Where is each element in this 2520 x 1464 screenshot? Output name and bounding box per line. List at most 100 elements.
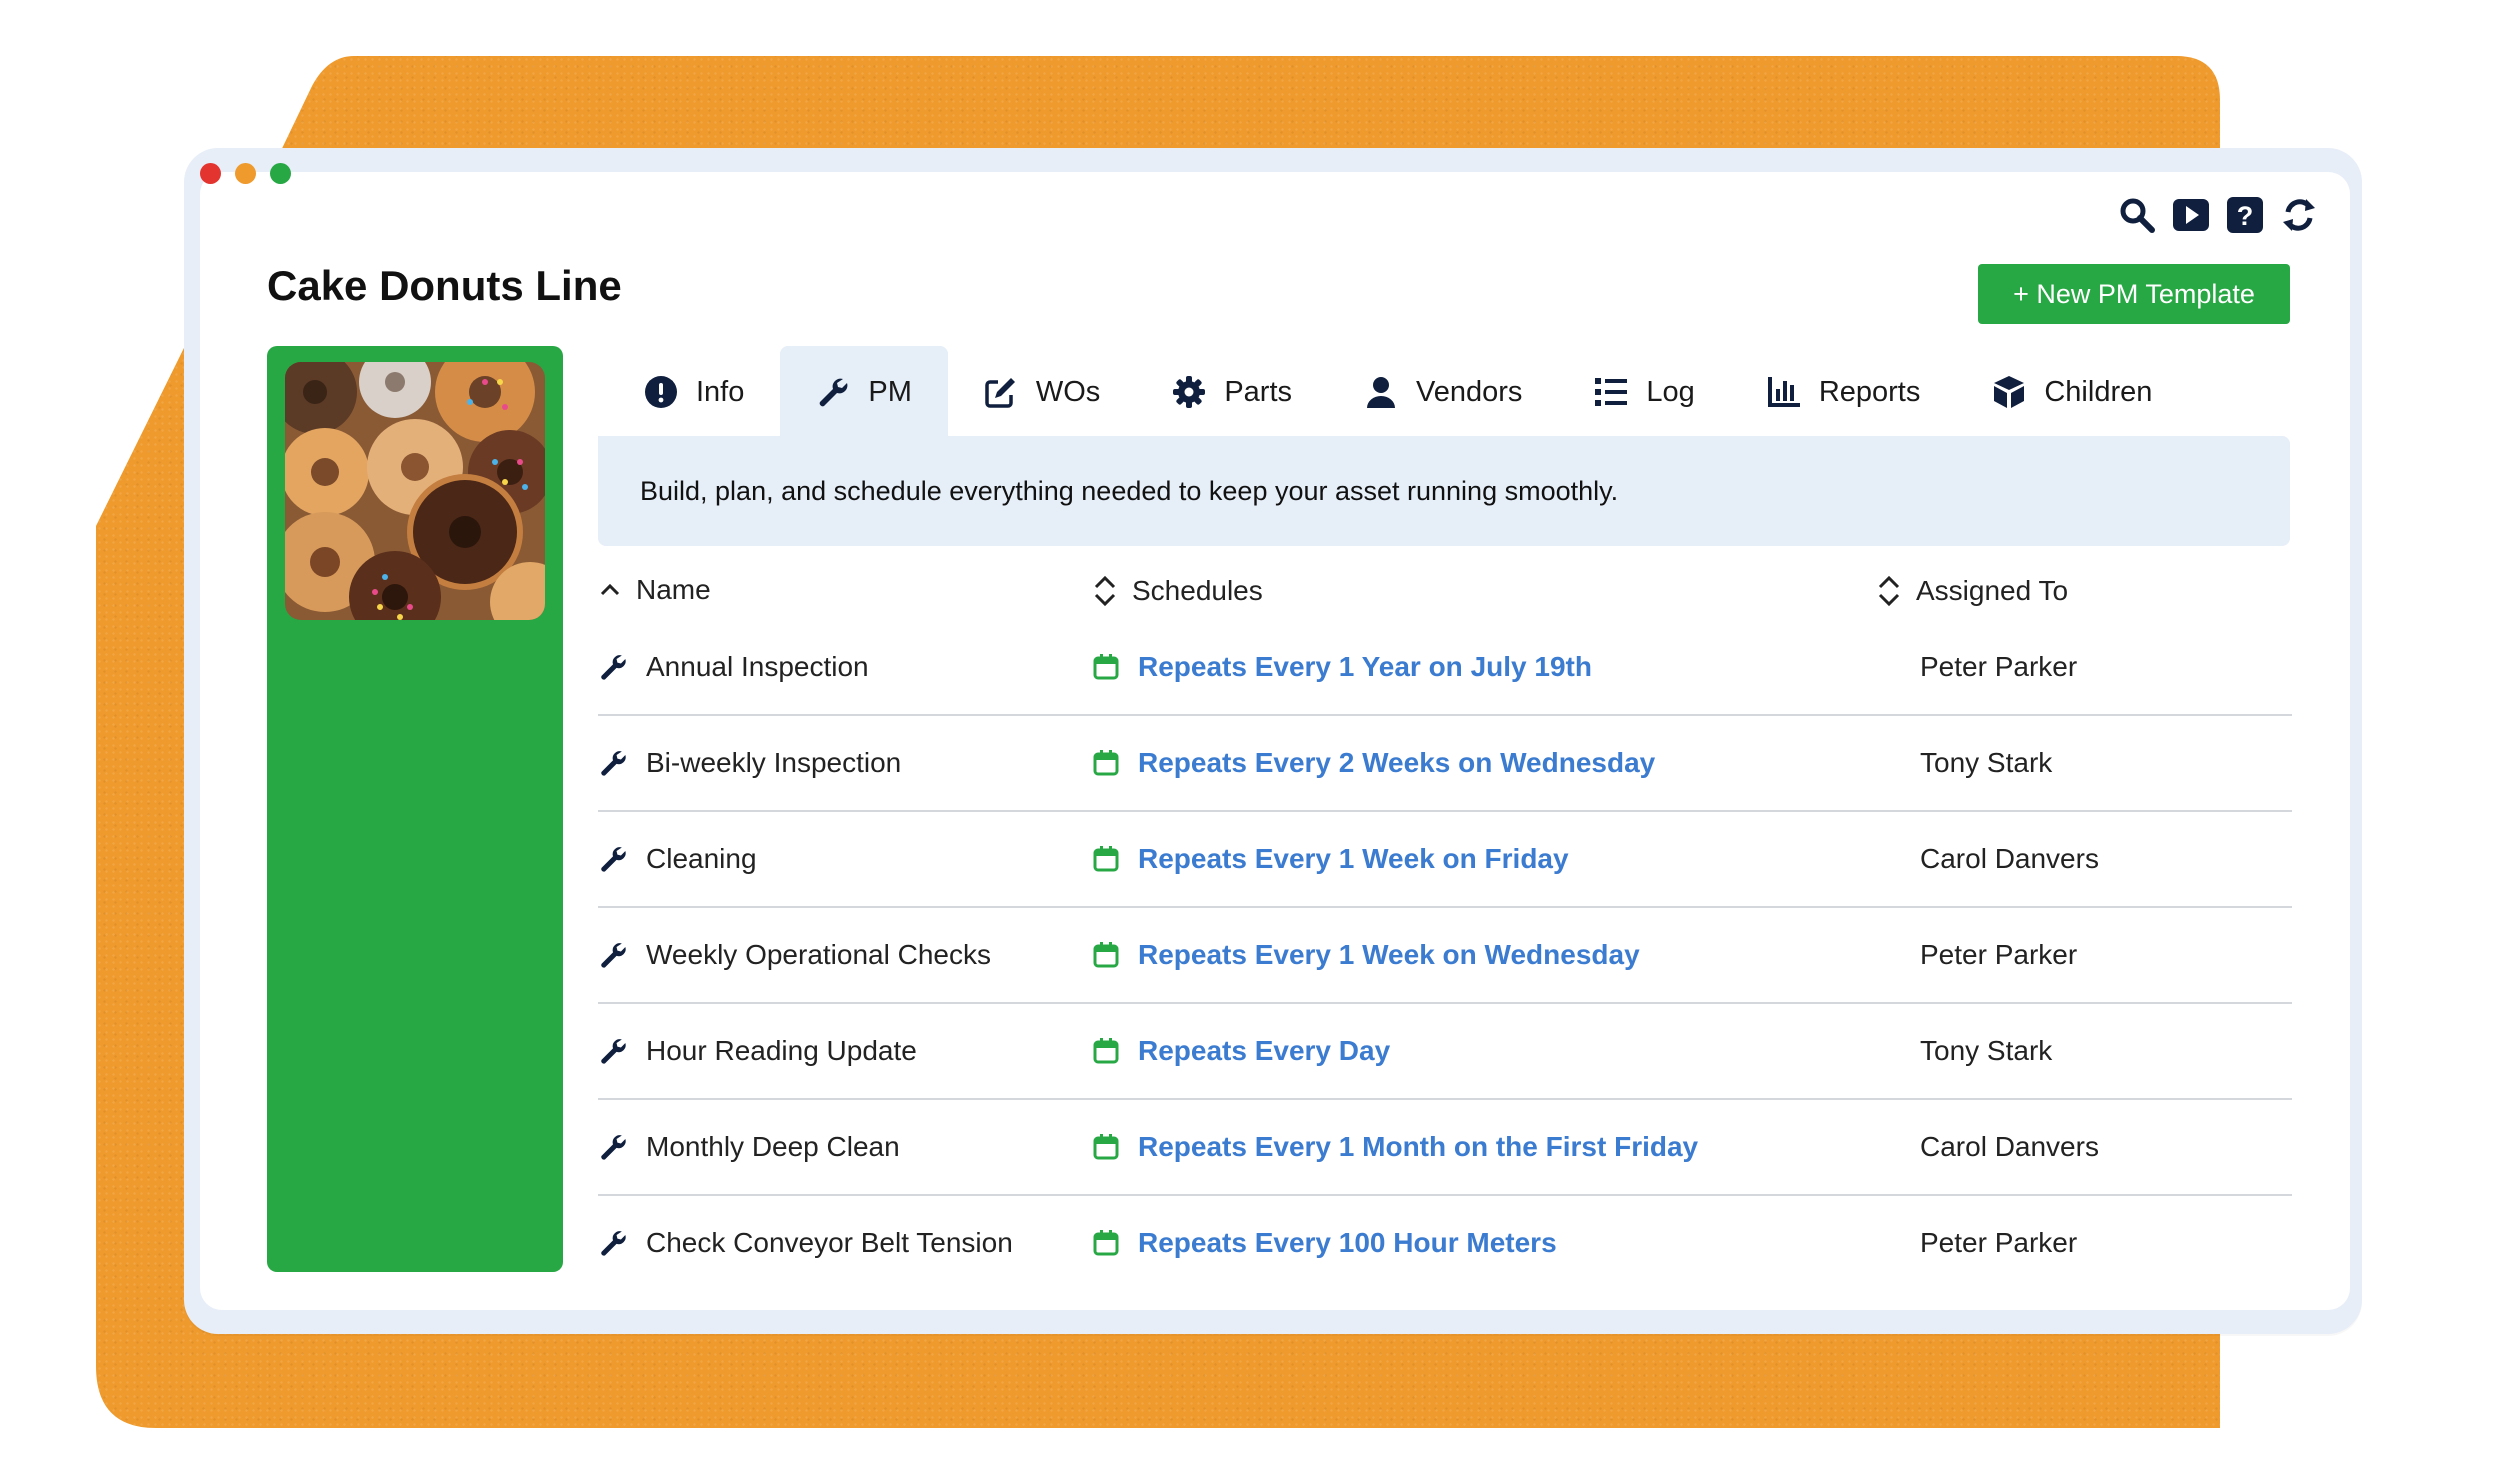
schedule-link[interactable]: Repeats Every 2 Weeks on Wednesday bbox=[1138, 747, 1655, 779]
wrench-icon bbox=[820, 378, 848, 407]
tab-label: Parts bbox=[1224, 375, 1292, 408]
assigned-to: Tony Stark bbox=[1920, 1035, 2053, 1066]
tab-pm[interactable]: PM bbox=[780, 346, 948, 438]
help-icon[interactable]: ? bbox=[2226, 196, 2264, 234]
table-row[interactable]: Cleaning Repeats Every 1 Week on Friday … bbox=[598, 812, 2292, 908]
close-window-dot[interactable] bbox=[200, 163, 221, 184]
schedule-link[interactable]: Repeats Every Day bbox=[1138, 1035, 1390, 1067]
column-header-assigned-to[interactable]: Assigned To bbox=[1876, 574, 2068, 608]
sort-ascending-icon bbox=[600, 583, 620, 596]
banner-text: Build, plan, and schedule everything nee… bbox=[640, 475, 1619, 506]
column-header-schedules[interactable]: Schedules bbox=[1092, 574, 1263, 608]
table-row[interactable]: Hour Reading Update Repeats Every Day To… bbox=[598, 1004, 2292, 1100]
assigned-to: Peter Parker bbox=[1920, 1227, 2078, 1258]
minimize-window-dot[interactable] bbox=[235, 163, 256, 184]
tab-vendors[interactable]: Vendors bbox=[1328, 346, 1558, 438]
schedule-cell[interactable]: Repeats Every 1 Week on Wednesday bbox=[1092, 908, 1640, 1002]
list-icon bbox=[1595, 378, 1628, 406]
pm-name[interactable]: Check Conveyor Belt Tension bbox=[646, 1227, 1013, 1259]
refresh-icon[interactable] bbox=[2280, 196, 2318, 234]
table-row[interactable]: Check Conveyor Belt Tension Repeats Ever… bbox=[598, 1196, 2292, 1290]
pm-name[interactable]: Weekly Operational Checks bbox=[646, 939, 991, 971]
pm-name-cell: Cleaning bbox=[598, 812, 757, 906]
column-header-label: Schedules bbox=[1132, 575, 1263, 606]
calendar-icon bbox=[1093, 1038, 1119, 1064]
tab-label: Children bbox=[2044, 375, 2153, 408]
wrench-icon bbox=[601, 943, 626, 968]
schedule-link[interactable]: Repeats Every 1 Month on the First Frida… bbox=[1138, 1131, 1698, 1163]
assigned-to: Carol Danvers bbox=[1920, 843, 2099, 874]
table-row[interactable]: Annual Inspection Repeats Every 1 Year o… bbox=[598, 620, 2292, 716]
sort-icon bbox=[1094, 575, 1116, 607]
page-title: Cake Donuts Line bbox=[267, 262, 622, 309]
schedule-cell[interactable]: Repeats Every 1 Month on the First Frida… bbox=[1092, 1100, 1698, 1194]
schedule-link[interactable]: Repeats Every 1 Year on July 19th bbox=[1138, 651, 1592, 683]
assigned-to: Tony Stark bbox=[1920, 747, 2053, 778]
user-icon bbox=[1367, 377, 1395, 408]
column-header-label: Assigned To bbox=[1916, 575, 2069, 606]
tab-label: Info bbox=[696, 375, 745, 408]
tab-log[interactable]: Log bbox=[1558, 346, 1730, 438]
schedule-cell[interactable]: Repeats Every 2 Weeks on Wednesday bbox=[1092, 716, 1655, 810]
pm-name-cell: Annual Inspection bbox=[598, 620, 869, 714]
table-row[interactable]: Bi-weekly Inspection Repeats Every 2 Wee… bbox=[598, 716, 2292, 812]
calendar-icon bbox=[1093, 942, 1119, 968]
column-header-label: Name bbox=[636, 574, 711, 605]
calendar-icon bbox=[1093, 1230, 1119, 1256]
gear-icon bbox=[1173, 376, 1206, 408]
schedule-link[interactable]: Repeats Every 1 Week on Friday bbox=[1138, 843, 1569, 875]
info-icon bbox=[645, 376, 677, 408]
schedule-link[interactable]: Repeats Every 100 Hour Meters bbox=[1138, 1227, 1557, 1259]
play-icon[interactable] bbox=[2172, 196, 2210, 234]
tab-info[interactable]: Info bbox=[598, 346, 780, 438]
pm-name-cell: Weekly Operational Checks bbox=[598, 908, 991, 1002]
schedule-cell[interactable]: Repeats Every 100 Hour Meters bbox=[1092, 1196, 1557, 1290]
tab-label: PM bbox=[868, 375, 912, 408]
pm-name-cell: Check Conveyor Belt Tension bbox=[598, 1196, 1013, 1290]
calendar-icon bbox=[1093, 654, 1119, 680]
pm-name-cell: Hour Reading Update bbox=[598, 1004, 917, 1098]
tab-label: WOs bbox=[1035, 375, 1101, 408]
calendar-icon bbox=[1093, 846, 1119, 872]
top-toolbar: ? bbox=[2118, 196, 2318, 234]
pm-name[interactable]: Cleaning bbox=[646, 843, 757, 875]
pm-name[interactable]: Hour Reading Update bbox=[646, 1035, 917, 1067]
tab-children[interactable]: Children bbox=[1956, 346, 2188, 438]
search-icon[interactable] bbox=[2118, 196, 2156, 234]
assigned-to: Peter Parker bbox=[1920, 651, 2078, 682]
calendar-icon bbox=[1093, 750, 1119, 776]
tab-reports[interactable]: Reports bbox=[1731, 346, 1957, 438]
calendar-icon bbox=[1093, 1134, 1119, 1160]
svg-text:?: ? bbox=[2237, 201, 2254, 231]
wrench-icon bbox=[601, 655, 626, 680]
tab-label: Vendors bbox=[1416, 375, 1523, 408]
chart-icon bbox=[1767, 377, 1800, 407]
maximize-window-dot[interactable] bbox=[270, 163, 291, 184]
pm-description-banner: Build, plan, and schedule everything nee… bbox=[598, 436, 2290, 546]
wrench-icon bbox=[601, 1135, 626, 1160]
pm-name[interactable]: Bi-weekly Inspection bbox=[646, 747, 901, 779]
schedule-cell[interactable]: Repeats Every 1 Year on July 19th bbox=[1092, 620, 1592, 714]
tab-parts[interactable]: Parts bbox=[1136, 346, 1328, 438]
window-controls bbox=[200, 163, 291, 184]
schedule-cell[interactable]: Repeats Every 1 Week on Friday bbox=[1092, 812, 1569, 906]
column-header-name[interactable]: Name bbox=[598, 574, 711, 606]
table-row[interactable]: Weekly Operational Checks Repeats Every … bbox=[598, 908, 2292, 1004]
sort-icon bbox=[1878, 575, 1900, 607]
assigned-to: Carol Danvers bbox=[1920, 1131, 2099, 1162]
tab-label: Reports bbox=[1818, 375, 1921, 408]
table-row[interactable]: Monthly Deep Clean Repeats Every 1 Month… bbox=[598, 1100, 2292, 1196]
asset-tabs: Info PM WOs Parts Vendors Log Reports Ch… bbox=[598, 346, 2188, 438]
assigned-to: Peter Parker bbox=[1920, 939, 2078, 970]
wrench-icon bbox=[601, 1039, 626, 1064]
new-pm-template-button[interactable]: + New PM Template bbox=[1978, 264, 2290, 324]
pm-name[interactable]: Annual Inspection bbox=[646, 651, 869, 683]
schedule-link[interactable]: Repeats Every 1 Week on Wednesday bbox=[1138, 939, 1640, 971]
pm-name-cell: Bi-weekly Inspection bbox=[598, 716, 901, 810]
tab-wos[interactable]: WOs bbox=[948, 346, 1136, 438]
schedule-cell[interactable]: Repeats Every Day bbox=[1092, 1004, 1390, 1098]
pm-table: Annual Inspection Repeats Every 1 Year o… bbox=[598, 620, 2292, 1290]
wrench-icon bbox=[601, 847, 626, 872]
pm-name[interactable]: Monthly Deep Clean bbox=[646, 1131, 900, 1163]
edit-icon bbox=[985, 378, 1015, 408]
